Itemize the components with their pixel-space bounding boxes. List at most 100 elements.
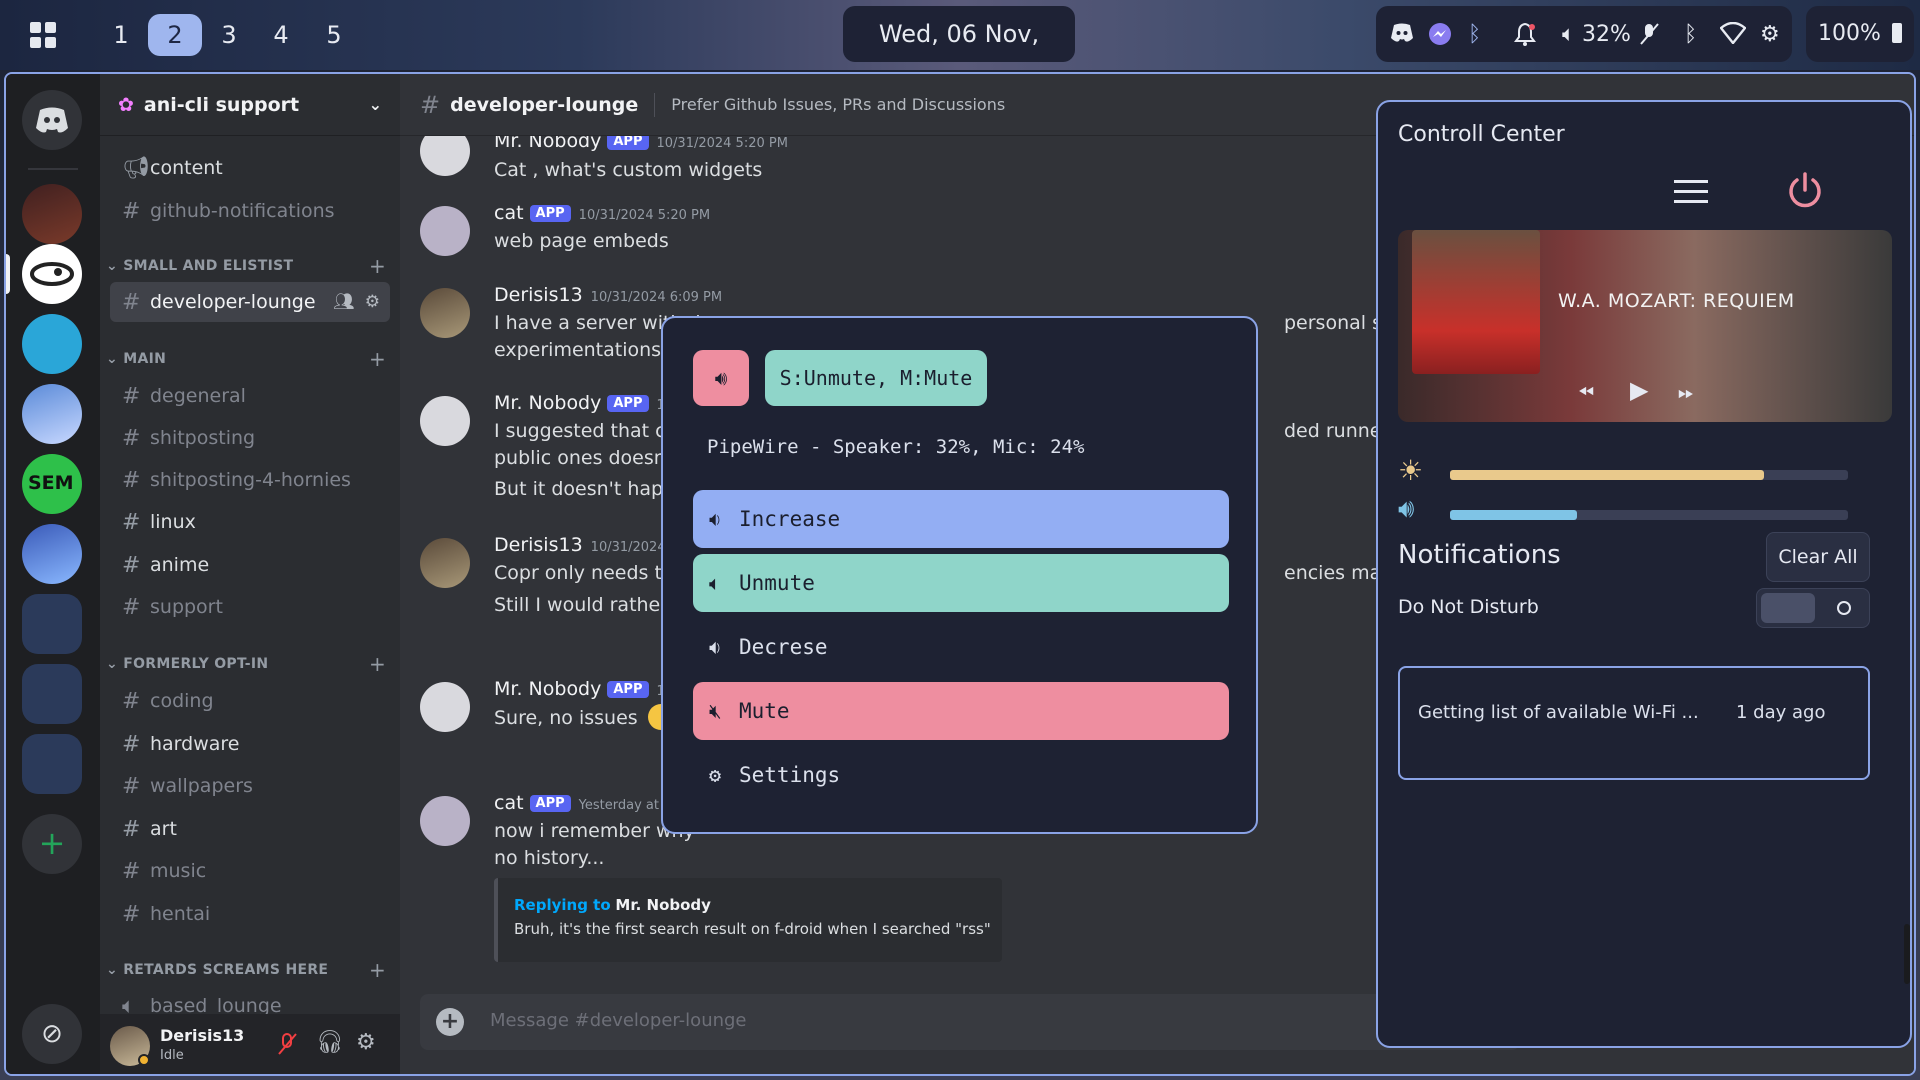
previous-icon[interactable]: ⏪︎ <box>1578 380 1594 404</box>
mic-muted-icon[interactable] <box>276 1032 298 1062</box>
settings-button[interactable]: ⚙︎ Settings <box>693 746 1229 804</box>
add-channel-icon[interactable]: + <box>369 347 386 371</box>
server-icon[interactable] <box>22 384 82 444</box>
headphones-icon[interactable]: 🎧︎ <box>316 1030 344 1055</box>
bluetooth-icon-2[interactable]: ᛒ <box>1684 22 1697 47</box>
author-name[interactable]: Mr. Nobody <box>494 392 601 414</box>
settings-gear-icon[interactable]: ⚙︎ <box>356 1030 376 1055</box>
channel-shitposting[interactable]: # shitposting <box>110 418 390 458</box>
avatar[interactable] <box>420 796 470 846</box>
author-name[interactable]: cat <box>494 792 524 814</box>
mic-muted-icon[interactable] <box>1638 22 1660 52</box>
add-channel-icon[interactable]: + <box>369 652 386 676</box>
workspace-5-button[interactable]: 5 <box>307 14 361 56</box>
channel-coding[interactable]: # coding <box>110 681 390 721</box>
bell-icon[interactable] <box>1514 22 1536 52</box>
discord-tray-icon[interactable] <box>1390 22 1414 50</box>
reply-quote[interactable]: Replying to Mr. Nobody Bruh, it's the fi… <box>494 878 1002 962</box>
author-name[interactable]: Derisis13 <box>494 284 583 306</box>
workspace-1-button[interactable]: 1 <box>94 14 148 56</box>
brightness-slider[interactable] <box>1450 470 1848 480</box>
mute-button[interactable]: 🔇︎ Mute <box>693 682 1229 740</box>
channel-shitposting-4-hornies[interactable]: # shitposting-4-hornies <box>110 460 390 500</box>
category-main[interactable]: ⌄ MAIN + <box>106 347 386 371</box>
channel-github-notifications[interactable]: # github-notifications <box>110 191 390 231</box>
workspace-3-button[interactable]: 3 <box>202 14 256 56</box>
channel-topic[interactable]: Prefer Github Issues, PRs and Discussion… <box>671 95 1005 114</box>
server-icon[interactable] <box>22 524 82 584</box>
reply-author[interactable]: Mr. Nobody <box>615 896 711 914</box>
author-name[interactable]: Mr. Nobody <box>494 136 601 152</box>
invite-icon[interactable]: 👥︎ <box>333 292 355 312</box>
add-channel-icon[interactable]: + <box>369 958 386 982</box>
app-badge: APP <box>529 205 571 222</box>
author-name[interactable]: cat <box>494 202 524 224</box>
channel-support[interactable]: # support <box>110 587 390 627</box>
wifi-icon[interactable] <box>1719 21 1747 50</box>
username[interactable]: Derisis13 <box>160 1026 244 1045</box>
workspace-2-button[interactable]: 2 <box>148 14 202 56</box>
chevron-down-icon[interactable]: ⌄ <box>369 95 382 114</box>
menu-icon[interactable] <box>1674 180 1708 204</box>
decrease-button[interactable]: 🔉︎ Decrese <box>693 618 1229 676</box>
gear-icon[interactable]: ⚙︎ <box>365 292 380 312</box>
category-retards-screams-here[interactable]: ⌄ RETARDS SCREAMS HERE + <box>106 958 386 982</box>
avatar[interactable] <box>420 396 470 446</box>
author-name[interactable]: Derisis13 <box>494 534 583 556</box>
sem-server-icon[interactable]: SEM <box>22 454 82 514</box>
channel-music[interactable]: # music <box>110 851 390 891</box>
channel-hardware[interactable]: # hardware <box>110 724 390 764</box>
clear-all-button[interactable]: Clear All <box>1766 532 1870 582</box>
avatar[interactable] <box>420 288 470 338</box>
next-icon[interactable]: ⏩︎ <box>1678 380 1694 404</box>
power-icon[interactable] <box>1784 170 1826 216</box>
channel-art[interactable]: # art <box>110 809 390 849</box>
server-folder-icon[interactable] <box>22 734 82 794</box>
channel-developer-lounge[interactable]: # developer-lounge 👥︎ ⚙︎ <box>110 282 390 322</box>
author-name[interactable]: Mr. Nobody <box>494 678 601 700</box>
workspace-4-button[interactable]: 4 <box>254 14 308 56</box>
unmute-button[interactable]: 🔈︎ Unmute <box>693 554 1229 612</box>
server-icon[interactable] <box>22 314 82 374</box>
speaker-icon[interactable]: 🔊︎ <box>693 350 749 406</box>
increase-button[interactable]: 🔉︎ Increase <box>693 490 1229 548</box>
channel-label: degeneral <box>150 385 246 407</box>
add-attachment-icon[interactable]: + <box>436 1008 464 1036</box>
category-formerly-opt-in[interactable]: ⌄ FORMERLY OPT-IN + <box>106 652 386 676</box>
speaker-icon[interactable]: 🔈︎ <box>1562 22 1575 47</box>
avatar[interactable] <box>420 682 470 732</box>
sem-logo-icon: SEM <box>28 472 74 494</box>
volume-slider[interactable] <box>1450 510 1848 520</box>
server-icon[interactable] <box>22 184 82 244</box>
avatar[interactable] <box>420 206 470 256</box>
ani-cli-server-icon[interactable] <box>22 244 82 304</box>
avatar[interactable] <box>420 136 470 176</box>
volume-percent[interactable]: 32% <box>1582 22 1631 47</box>
channel-wallpapers[interactable]: # wallpapers <box>110 766 390 806</box>
scrollbar[interactable] <box>1904 924 1910 984</box>
discord-home-icon[interactable] <box>22 90 82 150</box>
avatar[interactable] <box>420 538 470 588</box>
channel-linux[interactable]: # linux <box>110 502 390 542</box>
message-input[interactable]: + Message #developer-lounge <box>420 994 1520 1050</box>
channel-hentai[interactable]: # hentai <box>110 894 390 934</box>
add-channel-icon[interactable]: + <box>369 254 386 278</box>
server-header[interactable]: ✿ ani-cli support ⌄ <box>100 74 400 136</box>
clock[interactable]: Wed, 06 Nov, 00:03 <box>843 6 1075 104</box>
notification-card[interactable]: Getting list of available Wi-Fi ... 1 da… <box>1398 666 1870 780</box>
workspace-grid-icon[interactable] <box>30 22 56 48</box>
messenger-icon[interactable] <box>1428 22 1452 52</box>
category-small-and-elistist[interactable]: ⌄ SMALL AND ELISTIST + <box>106 254 386 278</box>
play-icon[interactable]: ▶︎ <box>1630 376 1648 404</box>
server-folder-icon[interactable] <box>22 594 82 654</box>
add-server-icon[interactable]: + <box>22 814 82 874</box>
channel-anime[interactable]: # anime <box>110 545 390 585</box>
channel-content[interactable]: 📢︎ content <box>110 148 390 188</box>
battery-indicator[interactable]: 100% <box>1806 6 1914 62</box>
dnd-toggle[interactable] <box>1756 588 1870 628</box>
channel-degeneral[interactable]: # degeneral <box>110 376 390 416</box>
gear-icon[interactable]: ⚙︎ <box>1760 22 1780 47</box>
explore-icon[interactable]: ⊘ <box>22 1004 82 1064</box>
bluetooth-icon[interactable]: ᛒ <box>1468 22 1481 47</box>
server-folder-icon[interactable] <box>22 664 82 724</box>
